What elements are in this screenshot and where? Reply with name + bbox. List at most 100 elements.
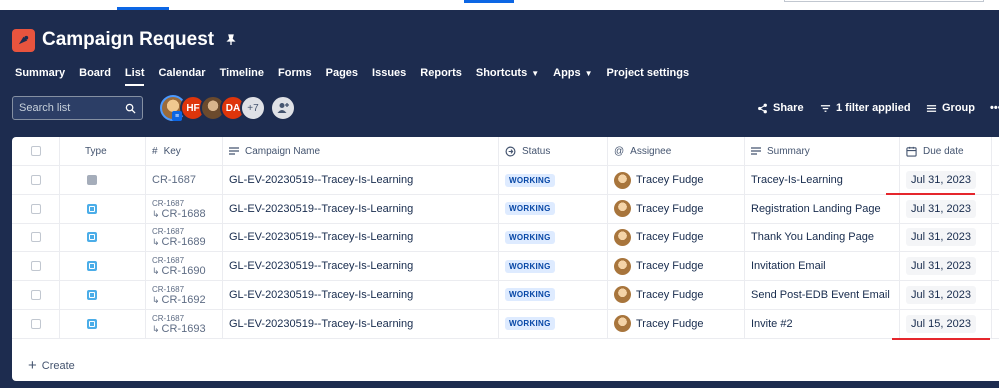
table-row[interactable]: CR-1687 ↳ CR-1689 GL-EV-20230519--Tracey-I…: [12, 223, 999, 253]
summary-cell[interactable]: Send Post-EDB Event Email: [745, 280, 900, 309]
status-cell[interactable]: WORKING: [499, 252, 608, 281]
tab-apps[interactable]: Apps ▼: [546, 60, 599, 86]
assignee-cell[interactable]: Tracey Fudge: [608, 166, 745, 194]
issue-key[interactable]: ↳ CR-1688: [152, 208, 206, 220]
summary-cell[interactable]: Thank You Landing Page: [745, 223, 900, 252]
status-cell[interactable]: WORKING: [499, 309, 608, 338]
search-field-edge[interactable]: [784, 0, 984, 2]
share-button[interactable]: Share: [757, 98, 804, 118]
tab-reports[interactable]: Reports: [413, 60, 469, 86]
select-all-checkbox[interactable]: [12, 137, 60, 165]
due-date[interactable]: Jul 31, 2023: [906, 257, 976, 276]
campaign-name-cell[interactable]: GL-EV-20230519--Tracey-Is-Learning: [223, 309, 499, 338]
col-due-date[interactable]: Due date: [900, 137, 992, 165]
col-status[interactable]: Status: [499, 137, 608, 165]
add-people-button[interactable]: [270, 95, 296, 121]
due-date[interactable]: Jul 15, 2023: [906, 314, 976, 333]
table-row[interactable]: CR-1687 ↳ CR-1692 GL-EV-20230519--Tracey-I…: [12, 280, 999, 310]
tab-forms[interactable]: Forms: [271, 60, 319, 86]
filter-button[interactable]: 1 filter applied: [820, 98, 911, 118]
tab-shortcuts[interactable]: Shortcuts ▼: [469, 60, 546, 86]
summary-cell[interactable]: Tracey-Is-Learning: [745, 166, 900, 194]
status-cell[interactable]: WORKING: [499, 223, 608, 252]
col-type[interactable]: Type: [60, 137, 146, 165]
more-avatars-button[interactable]: +7: [240, 95, 266, 121]
due-date[interactable]: Jul 31, 2023: [906, 228, 976, 247]
issue-key[interactable]: ↳ CR-1693: [152, 323, 206, 335]
issue-key[interactable]: ↳ CR-1689: [152, 237, 206, 248]
assignee-cell[interactable]: Tracey Fudge: [608, 194, 745, 223]
subtask-icon: [87, 261, 97, 272]
issue-key[interactable]: ↳ CR-1690: [152, 266, 206, 277]
status-cell[interactable]: WORKING: [499, 280, 608, 309]
tab-list[interactable]: List: [118, 60, 152, 86]
issue-type: [60, 166, 146, 194]
due-date-cell[interactable]: Jul 31, 2023: [900, 166, 992, 194]
group-button[interactable]: Group: [926, 98, 975, 118]
issue-key[interactable]: ↳ CR-1692: [152, 294, 206, 306]
tab-pages[interactable]: Pages: [319, 60, 365, 86]
project-avatar-icon[interactable]: [12, 28, 35, 52]
due-date-cell[interactable]: Jul 31, 2023: [900, 194, 992, 223]
assignee-cell[interactable]: Tracey Fudge: [608, 252, 745, 281]
col-key[interactable]: # Key: [146, 137, 223, 165]
due-date[interactable]: Jul 31, 2023: [906, 171, 976, 189]
create-button[interactable]: + Create: [28, 357, 75, 374]
due-date-cell[interactable]: Jul 15, 2023: [900, 309, 992, 338]
table-row[interactable]: CR-1687 ↳ CR-1688 GL-EV-20230519--Tracey-I…: [12, 194, 999, 224]
tab-board[interactable]: Board: [72, 60, 118, 86]
assignee-cell[interactable]: Tracey Fudge: [608, 309, 745, 338]
status-cell[interactable]: WORKING: [499, 194, 608, 223]
col-summary[interactable]: Summary: [745, 137, 900, 165]
tab-summary[interactable]: Summary: [0, 60, 72, 86]
search-field[interactable]: [12, 96, 143, 120]
summary-cell[interactable]: Invite #2: [745, 309, 900, 338]
campaign-name-cell[interactable]: GL-EV-20230519--Tracey-Is-Learning: [223, 194, 499, 223]
status-badge[interactable]: WORKING: [505, 230, 555, 244]
top-strip: [0, 0, 999, 10]
due-date[interactable]: Jul 31, 2023: [906, 285, 976, 304]
row-checkbox[interactable]: [12, 280, 60, 309]
table-row[interactable]: CR-1687 ↳ CR-1690 GL-EV-20230519--Tracey-I…: [12, 252, 999, 282]
campaign-name-cell[interactable]: GL-EV-20230519--Tracey-Is-Learning: [223, 223, 499, 252]
status-cell[interactable]: WORKING: [499, 166, 608, 194]
due-date-cell[interactable]: Jul 31, 2023: [900, 280, 992, 309]
primary-button-edge[interactable]: [464, 0, 514, 3]
campaign-name-cell[interactable]: GL-EV-20230519--Tracey-Is-Learning: [223, 166, 499, 194]
search-input[interactable]: [19, 102, 119, 114]
status-badge[interactable]: WORKING: [505, 202, 555, 216]
status-badge[interactable]: WORKING: [505, 259, 555, 273]
row-checkbox[interactable]: [12, 223, 60, 252]
due-date-cell[interactable]: Jul 31, 2023: [900, 252, 992, 281]
issue-key[interactable]: CR-1687: [152, 174, 196, 186]
col-campaign-name[interactable]: Campaign Name: [223, 137, 499, 165]
row-checkbox[interactable]: [12, 166, 60, 194]
pin-icon[interactable]: [224, 33, 238, 47]
next-cell: [992, 223, 999, 251]
due-date-cell[interactable]: Jul 31, 2023: [900, 223, 992, 252]
assignee-cell[interactable]: Tracey Fudge: [608, 223, 745, 252]
summary-cell[interactable]: Invitation Email: [745, 252, 900, 281]
campaign-name-cell[interactable]: GL-EV-20230519--Tracey-Is-Learning: [223, 252, 499, 281]
col-next[interactable]: [992, 137, 999, 165]
assignee-cell[interactable]: Tracey Fudge: [608, 280, 745, 309]
tab-project-settings[interactable]: Project settings: [600, 60, 697, 86]
tab-calendar[interactable]: Calendar: [151, 60, 212, 86]
summary-cell[interactable]: Registration Landing Page: [745, 194, 900, 223]
campaign-name-cell[interactable]: GL-EV-20230519--Tracey-Is-Learning: [223, 280, 499, 309]
table-row[interactable]: CR-1687 ↳ CR-1693 GL-EV-20230519--Tracey-I…: [12, 309, 999, 339]
table-header: Type # Key Campaign Name Status @ Assignee…: [12, 137, 999, 166]
row-checkbox[interactable]: [12, 194, 60, 223]
row-checkbox[interactable]: [12, 252, 60, 281]
row-checkbox[interactable]: [12, 309, 60, 338]
due-date[interactable]: Jul 31, 2023: [906, 199, 976, 218]
table-row[interactable]: CR-1687 GL-EV-20230519--Tracey-Is-Learni…: [12, 166, 999, 195]
project-header: Campaign Request: [12, 28, 238, 52]
more-actions-button[interactable]: •••: [990, 98, 999, 118]
tab-issues[interactable]: Issues: [365, 60, 413, 86]
tab-timeline[interactable]: Timeline: [213, 60, 271, 86]
status-badge[interactable]: WORKING: [505, 288, 555, 302]
col-assignee[interactable]: @ Assignee: [608, 137, 745, 165]
status-badge[interactable]: WORKING: [505, 317, 555, 330]
status-badge[interactable]: WORKING: [505, 173, 555, 187]
